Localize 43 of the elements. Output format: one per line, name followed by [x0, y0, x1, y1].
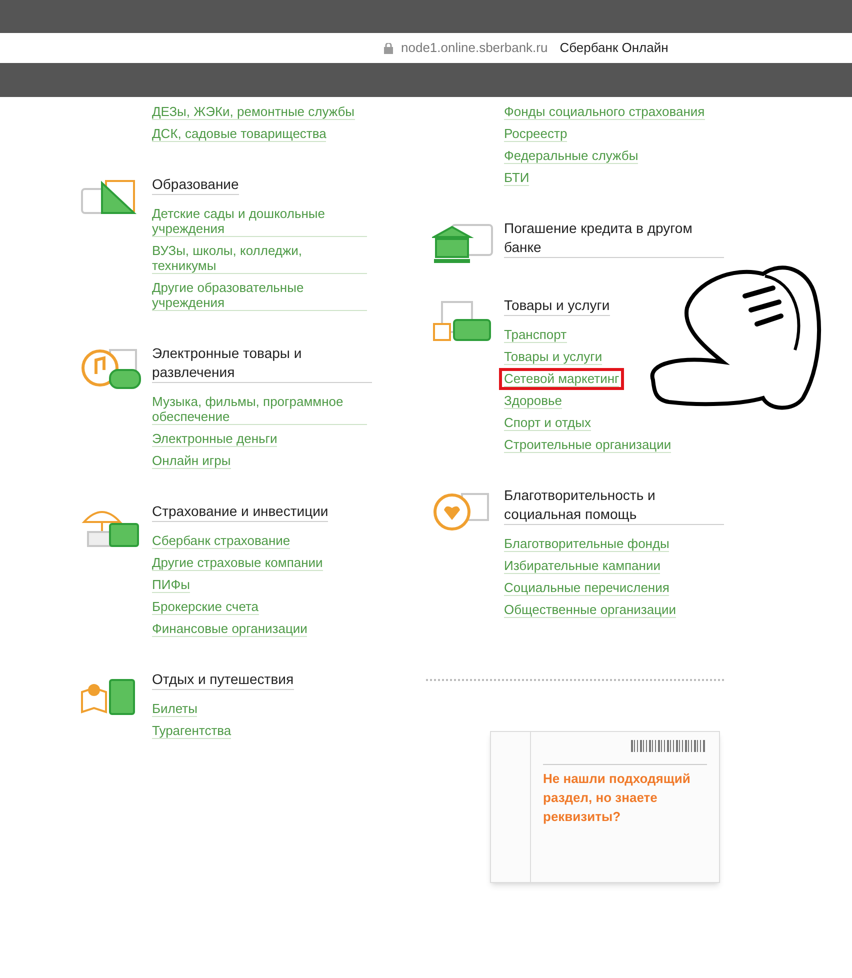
category-link[interactable]: Онлайн игры	[152, 453, 231, 469]
category-title[interactable]: Благотворительность и социальная помощь	[504, 486, 724, 525]
category-link[interactable]: БТИ	[504, 170, 530, 186]
category-link[interactable]: ВУЗы, школы, колледжи, техникумы	[152, 243, 367, 274]
url-text: node1.online.sberbank.ru	[401, 39, 548, 58]
category-title[interactable]: Погашение кредита в другом банке	[504, 219, 724, 258]
category-link[interactable]: ДЕЗы, ЖЭКи, ремонтные службы	[152, 104, 355, 120]
site-name: Сбербанк Онлайн	[560, 39, 668, 58]
category-link[interactable]: Строительные организации	[504, 437, 672, 453]
category-link[interactable]: Брокерские счета	[152, 599, 259, 615]
category-link[interactable]: Финансовые организации	[152, 621, 308, 637]
requisites-link[interactable]: Не нашли подходящий раздел, но знаете реквизиты?	[543, 769, 707, 826]
category-link[interactable]: ДСК, садовые товарищества	[152, 126, 326, 142]
category-title[interactable]: Электронные товары и развлечения	[152, 344, 372, 383]
category-link[interactable]: Федеральные службы	[504, 148, 638, 164]
category-link[interactable]: Социальные перечисления	[504, 580, 670, 596]
category-link[interactable]: Транспорт	[504, 327, 567, 343]
category-link[interactable]: Музыка, фильмы, программное обеспечение	[152, 394, 367, 425]
category-link[interactable]: Турагентства	[152, 723, 232, 739]
category-link[interactable]: Сбербанк страхование	[152, 533, 290, 549]
category-link[interactable]: Здоровье	[504, 393, 562, 409]
category-link[interactable]: Электронные деньги	[152, 431, 278, 447]
category-link[interactable]: Росреестр	[504, 126, 568, 142]
category-link[interactable]: Спорт и отдых	[504, 415, 591, 431]
category-link[interactable]: Другие страховые компании	[152, 555, 323, 571]
category-link[interactable]: Благотворительные фонды	[504, 536, 670, 552]
category-link[interactable]: Сетевой маркетинг	[504, 371, 620, 387]
category-link[interactable]: Избирательные кампании	[504, 558, 660, 574]
category-link[interactable]: Билеты	[152, 701, 198, 717]
category-link[interactable]: Товары и услуги	[504, 349, 602, 365]
receipt-card[interactable]: Не нашли подходящий раздел, но знаете реквизиты?	[490, 731, 720, 883]
category-link[interactable]: Детские сады и дошкольные учреждения	[152, 206, 367, 237]
bank-building-icon	[432, 223, 494, 265]
category-link[interactable]: Другие образовательные учреждения	[152, 280, 367, 311]
category-title[interactable]: Образование	[152, 175, 239, 195]
category-title[interactable]: Страхование и инвестиции	[152, 502, 328, 522]
barcode-icon	[631, 740, 707, 752]
lock-icon	[384, 42, 393, 54]
category-title[interactable]: Товары и услуги	[504, 296, 610, 316]
category-link[interactable]: Общественные организации	[504, 602, 676, 618]
category-link[interactable]: Фонды социального страхования	[504, 104, 705, 120]
category-link[interactable]: ПИФы	[152, 577, 190, 593]
category-title[interactable]: Отдых и путешествия	[152, 670, 294, 690]
